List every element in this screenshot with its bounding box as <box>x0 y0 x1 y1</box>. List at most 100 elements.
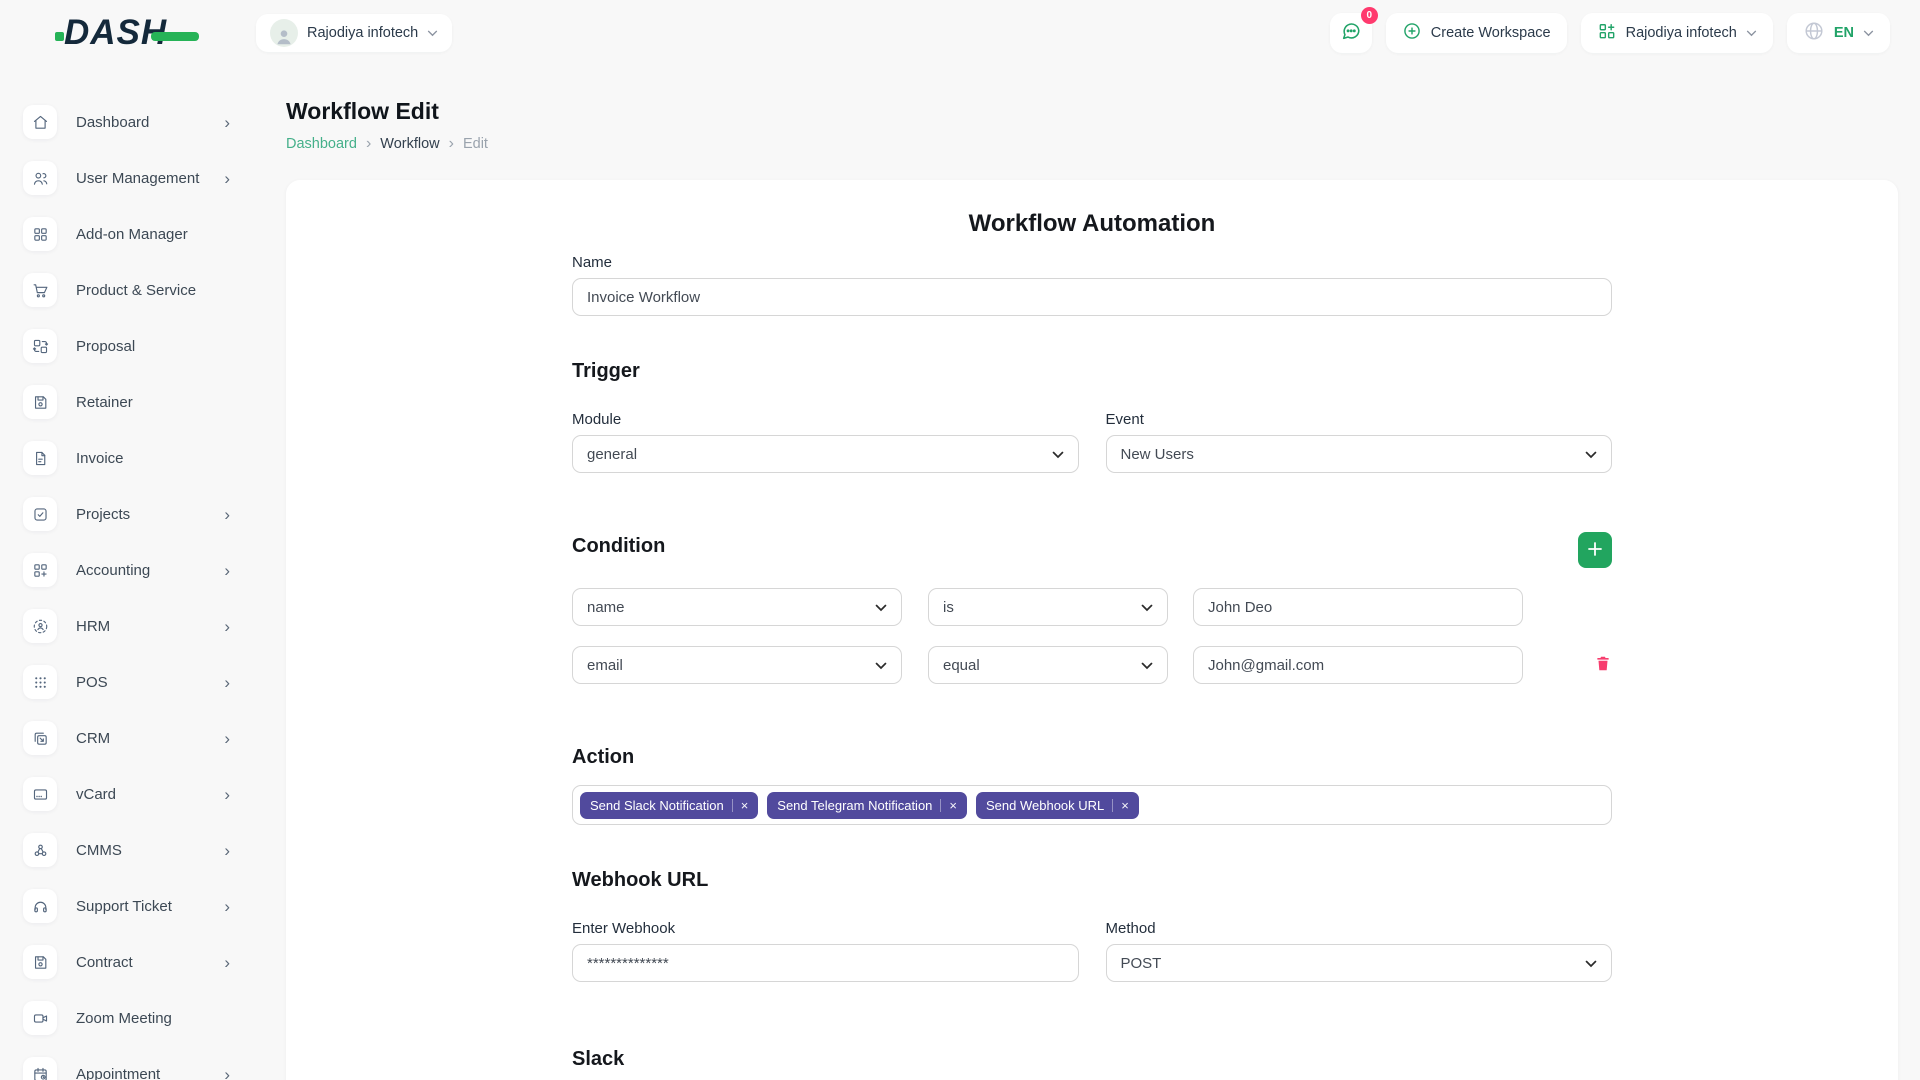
breadcrumb-workflow[interactable]: Workflow <box>380 136 439 152</box>
sidebar-item-invoice[interactable]: Invoice › <box>0 430 260 486</box>
trigger-heading: Trigger <box>572 360 1612 383</box>
home-icon <box>23 105 57 139</box>
chevron-right-icon: › <box>224 674 230 691</box>
workspace-menu-button[interactable]: Rajodiya infotech <box>1581 13 1773 53</box>
workspace-selector-label: Rajodiya infotech <box>307 25 418 41</box>
logo-dot <box>55 32 64 41</box>
module-select[interactable]: general <box>572 435 1079 473</box>
video-icon <box>23 1001 57 1035</box>
chevron-down-icon <box>875 657 887 674</box>
chevron-down-icon <box>1141 657 1153 674</box>
condition-field-select[interactable]: name <box>572 588 902 626</box>
breadcrumb-dashboard[interactable]: Dashboard <box>286 136 357 152</box>
sidebar-item-label: User Management <box>76 170 199 187</box>
language-selector[interactable]: EN <box>1787 13 1890 53</box>
sidebar-item-label: Appointment <box>76 1066 160 1080</box>
sidebar-item-label: Accounting <box>76 562 150 579</box>
close-icon[interactable]: × <box>949 798 957 813</box>
chevron-down-icon <box>1141 599 1153 616</box>
sidebar-item-dashboard[interactable]: Dashboard › <box>0 94 260 150</box>
condition-rows: name is email equal <box>572 588 1612 684</box>
chevron-right-icon: › <box>224 562 230 579</box>
sidebar-item-label: Proposal <box>76 338 135 355</box>
sidebar-nav: Dashboard › User Management › Add-on Man… <box>0 66 260 1080</box>
sidebar-item-label: Support Ticket <box>76 898 172 915</box>
sidebar-item-pos[interactable]: POS › <box>0 654 260 710</box>
close-icon[interactable]: × <box>1121 798 1129 813</box>
action-multiselect[interactable]: Send Slack Notification × Send Telegram … <box>572 785 1612 825</box>
language-label: EN <box>1834 25 1854 41</box>
webhook-input[interactable] <box>572 944 1079 982</box>
add-condition-button[interactable] <box>1578 532 1612 568</box>
condition-operator-select[interactable]: equal <box>928 646 1168 684</box>
sidebar-item-label: HRM <box>76 618 110 635</box>
sidebar-item-product-service[interactable]: Product & Service › <box>0 262 260 318</box>
event-select[interactable]: New Users <box>1106 435 1613 473</box>
sidebar-item-crm[interactable]: CRM › <box>0 710 260 766</box>
calendar-icon <box>23 1057 57 1080</box>
notification-badge: 0 <box>1361 7 1378 24</box>
topbar: DASH Rajodiya infotech 0 <box>0 0 1920 66</box>
plus-circle-icon <box>1402 21 1422 45</box>
delete-condition-button[interactable] <box>1594 654 1612 676</box>
chevron-right-icon: › <box>224 898 230 915</box>
sidebar-item-projects[interactable]: Projects › <box>0 486 260 542</box>
workspace-menu-label: Rajodiya infotech <box>1626 25 1737 41</box>
method-select[interactable]: POST <box>1106 944 1613 982</box>
form-title: Workflow Automation <box>572 210 1612 238</box>
condition-value-input[interactable] <box>1193 646 1523 684</box>
sidebar-item-proposal[interactable]: Proposal › <box>0 318 260 374</box>
notifications-button[interactable]: 0 <box>1330 13 1372 53</box>
sidebar-item-user-management[interactable]: User Management › <box>0 150 260 206</box>
breadcrumb-separator: › <box>449 135 454 153</box>
swap-boxes-icon <box>23 329 57 363</box>
condition-value-input[interactable] <box>1193 588 1523 626</box>
sidebar-item-vcard[interactable]: vCard › <box>0 766 260 822</box>
module-label: Module <box>572 411 1079 428</box>
circles-icon <box>23 833 57 867</box>
sidebar-item-cmms[interactable]: CMMS › <box>0 822 260 878</box>
method-label: Method <box>1106 920 1613 937</box>
copy-window-icon <box>23 721 57 755</box>
sidebar-item-accounting[interactable]: Accounting › <box>0 542 260 598</box>
condition-operator-select[interactable]: is <box>928 588 1168 626</box>
sidebar-item-add-on-manager[interactable]: Add-on Manager › <box>0 206 260 262</box>
chevron-down-icon <box>1746 25 1757 41</box>
file-text-icon <box>23 441 57 475</box>
workspace-selector[interactable]: Rajodiya infotech <box>256 14 452 52</box>
check-square-icon <box>23 497 57 531</box>
sidebar-item-hrm[interactable]: HRM › <box>0 598 260 654</box>
floppy-icon <box>23 385 57 419</box>
sidebar-item-label: Retainer <box>76 394 133 411</box>
event-label: Event <box>1106 411 1613 428</box>
create-workspace-button[interactable]: Create Workspace <box>1386 13 1567 53</box>
action-tag-send-telegram-notification: Send Telegram Notification × <box>767 792 967 819</box>
name-label: Name <box>572 254 1612 271</box>
sidebar-item-contract[interactable]: Contract › <box>0 934 260 990</box>
user-avatar-icon <box>270 19 298 47</box>
method-select-value: POST <box>1121 955 1162 972</box>
chevron-right-icon: › <box>224 618 230 635</box>
chevron-down-icon <box>1863 25 1874 41</box>
chevron-down-icon <box>427 25 438 41</box>
sidebar-item-zoom-meeting[interactable]: Zoom Meeting › <box>0 990 260 1046</box>
workflow-form: Workflow Automation Name Trigger Module … <box>572 210 1612 1080</box>
breadcrumb: Dashboard›Workflow›Edit <box>286 135 1898 153</box>
sidebar-item-support-ticket[interactable]: Support Ticket › <box>0 878 260 934</box>
condition-row: email equal <box>572 646 1612 684</box>
name-input[interactable] <box>572 278 1612 316</box>
dash-logo: DASH <box>64 13 214 53</box>
module-select-value: general <box>587 446 637 463</box>
sidebar-item-retainer[interactable]: Retainer › <box>0 374 260 430</box>
chevron-down-icon <box>1585 446 1597 463</box>
sidebar-item-label: Contract <box>76 954 133 971</box>
close-icon[interactable]: × <box>741 798 749 813</box>
condition-field-select[interactable]: email <box>572 646 902 684</box>
plus-icon <box>1588 542 1602 559</box>
condition-row: name is <box>572 588 1612 626</box>
trash-icon <box>1594 661 1612 676</box>
globe-icon <box>1803 20 1825 46</box>
sidebar-item-label: Dashboard <box>76 114 149 131</box>
sidebar-item-appointment[interactable]: Appointment › <box>0 1046 260 1080</box>
grid-icon <box>23 217 57 251</box>
